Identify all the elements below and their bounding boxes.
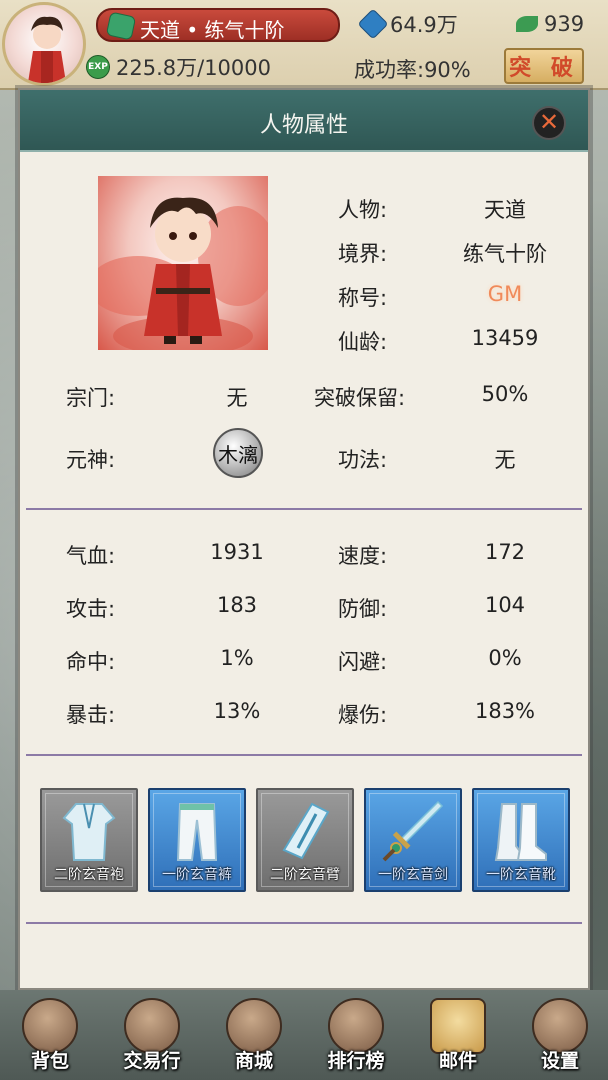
equip-slot-robe[interactable]: 二阶玄音袍 [40, 788, 138, 892]
dodge-label: 闪避: [338, 650, 388, 674]
close-button[interactable]: ✕ [532, 106, 566, 140]
bracer-icon [282, 802, 330, 860]
sect-label: 宗门: [66, 386, 116, 410]
character-label: 人物: [338, 198, 388, 222]
realm-value: 练气十阶 [463, 242, 547, 266]
title-value: GM [487, 282, 523, 306]
breakthrough-button[interactable]: 突 破 [504, 48, 584, 84]
dialog-title: 人物属性 [259, 113, 348, 138]
nav-trade[interactable]: 交易行 [112, 996, 192, 1080]
nav-label: 商城 [234, 1050, 273, 1072]
title-label: 称号: [338, 286, 388, 310]
nav-label: 背包 [30, 1050, 69, 1072]
pants-icon [176, 803, 218, 861]
robe-icon [62, 803, 116, 861]
crit-label: 暴击: [66, 703, 116, 727]
retain-label: 突破保留: [314, 386, 406, 410]
equip-slot-bracer[interactable]: 二阶玄音臂 [256, 788, 354, 892]
technique-label: 功法: [338, 448, 388, 472]
attack-value: 183 [216, 593, 258, 617]
leaf-value: 939 [544, 12, 585, 36]
soul-label: 元神: [66, 448, 116, 472]
character-portrait [98, 176, 268, 350]
nav-shop[interactable]: 商城 [214, 996, 294, 1080]
divider-top [26, 508, 582, 510]
age-value: 13459 [471, 326, 539, 350]
equip-name: 一阶玄音剑 [378, 867, 448, 883]
soul-orb-icon[interactable]: 木漓 [213, 428, 263, 478]
jade-gem-icon [105, 11, 137, 41]
defense-label: 防御: [338, 597, 388, 621]
exp-icon: EXP [86, 55, 110, 79]
exp-row: EXP 225.8万/10000 [86, 52, 271, 82]
hit-value: 1% [220, 646, 254, 670]
name-realm-plate[interactable]: 天道 • 练气十阶 [96, 8, 340, 42]
equip-slot-boots[interactable]: 一阶玄音靴 [472, 788, 570, 892]
retain-value: 50% [481, 382, 529, 406]
speed-value: 172 [484, 540, 526, 564]
crit-value: 13% [213, 699, 261, 723]
sect-value: 无 [226, 386, 248, 410]
nav-label: 设置 [540, 1050, 579, 1072]
leaf-counter: 939 [516, 10, 584, 38]
speed-label: 速度: [338, 544, 388, 568]
dialog-header: 人物属性 ✕ [20, 90, 588, 152]
equip-slot-sword[interactable]: 一阶玄音剑 [364, 788, 462, 892]
character-attributes-dialog: 人物属性 ✕ 人物: 天道 境界: 练气十阶 称号: GM 仙龄: 13459 … [18, 88, 590, 990]
nav-label: 排行榜 [327, 1050, 385, 1072]
nav-ranking[interactable]: 排行榜 [316, 996, 396, 1080]
attack-label: 攻击: [66, 597, 116, 621]
equip-slot-pants[interactable]: 一阶玄音裤 [148, 788, 246, 892]
divider-middle [26, 754, 582, 756]
equip-name: 二阶玄音臂 [270, 867, 340, 883]
leaf-icon [516, 16, 538, 32]
hp-value: 1931 [210, 540, 264, 564]
player-avatar[interactable] [2, 2, 86, 86]
boots-icon [494, 803, 547, 861]
divider-bottom [26, 922, 582, 924]
defense-value: 104 [484, 593, 526, 617]
nav-mail[interactable]: 邮件 [418, 996, 498, 1080]
critdmg-label: 爆伤: [338, 703, 388, 727]
top-bar: 天道 • 练气十阶 64.9万 939 EXP 225.8万/10000 成功率… [0, 0, 608, 90]
dodge-value: 0% [488, 646, 522, 670]
spirit-stone-icon [357, 8, 389, 40]
hp-label: 气血: [66, 544, 116, 568]
equip-name: 一阶玄音裤 [162, 867, 232, 883]
hit-label: 命中: [66, 650, 116, 674]
nav-label: 邮件 [438, 1050, 477, 1072]
age-label: 仙龄: [338, 330, 388, 354]
character-value: 天道 [484, 198, 526, 222]
critdmg-value: 183% [474, 699, 536, 723]
name-realm-text: 天道 • 练气十阶 [140, 18, 285, 42]
soul-value: 木漓 [218, 442, 258, 467]
spirit-stone-counter: 64.9万 [357, 8, 458, 40]
technique-value: 无 [494, 448, 516, 472]
equip-name: 二阶玄音袍 [54, 867, 124, 883]
exp-value: 225.8万/10000 [116, 56, 271, 80]
nav-bag[interactable]: 背包 [10, 996, 90, 1080]
success-rate: 成功率:90% [354, 58, 471, 82]
bottom-nav: 背包 交易行 商城 排行榜 邮件 设置 [0, 990, 608, 1080]
equip-name: 一阶玄音靴 [486, 867, 556, 883]
sword-icon [382, 800, 444, 862]
nav-settings[interactable]: 设置 [520, 996, 600, 1080]
realm-label: 境界: [338, 242, 388, 266]
nav-label: 交易行 [123, 1050, 181, 1072]
spirit-stone-value: 64.9万 [390, 13, 458, 37]
